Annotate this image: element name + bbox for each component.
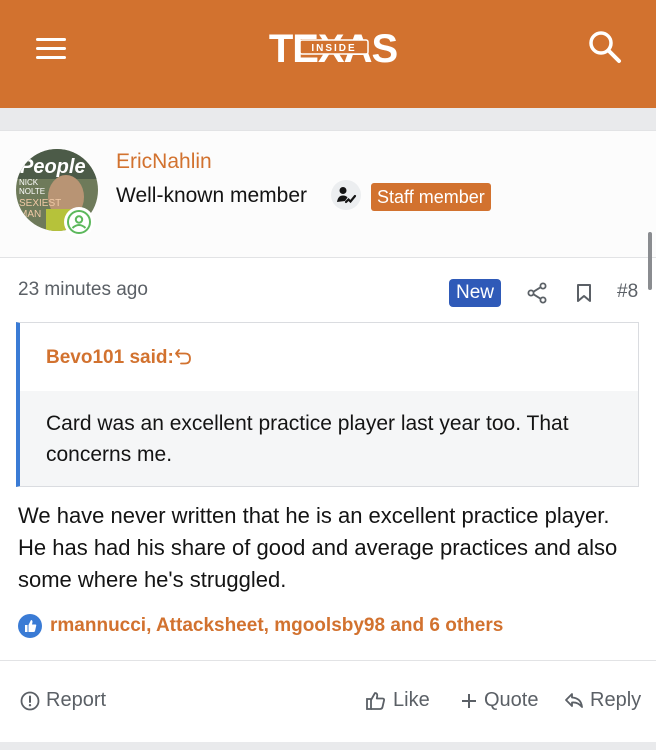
site-logo[interactable]: TEXAS INSIDE — [238, 28, 428, 68]
bookmark-icon[interactable] — [576, 283, 592, 303]
search-icon[interactable] — [588, 30, 622, 64]
post-number[interactable]: #8 — [617, 281, 638, 303]
report-button[interactable]: Report — [20, 689, 106, 712]
member-title: Well-known member — [116, 184, 307, 207]
author-card: People NICK NOLTE SEXIEST MAN — [0, 130, 656, 258]
post-timestamp[interactable]: 23 minutes ago — [18, 279, 148, 301]
reply-button[interactable]: Reply — [564, 689, 641, 712]
logo-inside-text: INSIDE — [311, 43, 356, 54]
plus-icon — [462, 693, 476, 708]
like-reaction-icon[interactable] — [18, 614, 42, 638]
post-body: We have never written that he is an exce… — [18, 503, 618, 592]
author-name[interactable]: EricNahlin — [116, 150, 212, 174]
menu-icon[interactable] — [36, 38, 66, 60]
avatar-line2-text: NOLTE — [19, 187, 45, 196]
site-header: TEXAS INSIDE — [0, 0, 656, 108]
share-icon[interactable] — [526, 282, 548, 304]
thumbs-up-icon — [366, 691, 385, 710]
reply-icon — [565, 692, 583, 708]
avatar-line3-text: SEXIEST — [19, 198, 61, 209]
scrollbar[interactable] — [648, 232, 652, 290]
avatar-line1-text: NICK — [19, 178, 39, 187]
report-icon — [20, 691, 40, 710]
online-status-icon — [64, 207, 94, 237]
reaction-list[interactable]: rmannucci, Attacksheet, mgoolsby98 and 6… — [50, 615, 503, 637]
divider — [0, 660, 656, 661]
reply-label: Reply — [590, 689, 642, 711]
like-label: Like — [393, 689, 430, 711]
quote-author[interactable]: Bevo101 said: — [46, 347, 174, 369]
new-badge: New — [449, 279, 502, 307]
report-label: Report — [46, 689, 107, 711]
avatar-brand-text: People — [20, 156, 86, 178]
jump-to-quote-icon[interactable] — [174, 347, 194, 367]
quote-button[interactable]: Quote — [460, 689, 538, 712]
quote-label: Quote — [484, 689, 539, 711]
avatar-line4-text: MAN — [19, 209, 41, 220]
staff-badge: Staff member — [371, 183, 491, 211]
user-verified-icon — [331, 180, 361, 210]
quote-text: Card was an excellent practice player la… — [46, 412, 569, 466]
like-button[interactable]: Like — [365, 689, 430, 712]
